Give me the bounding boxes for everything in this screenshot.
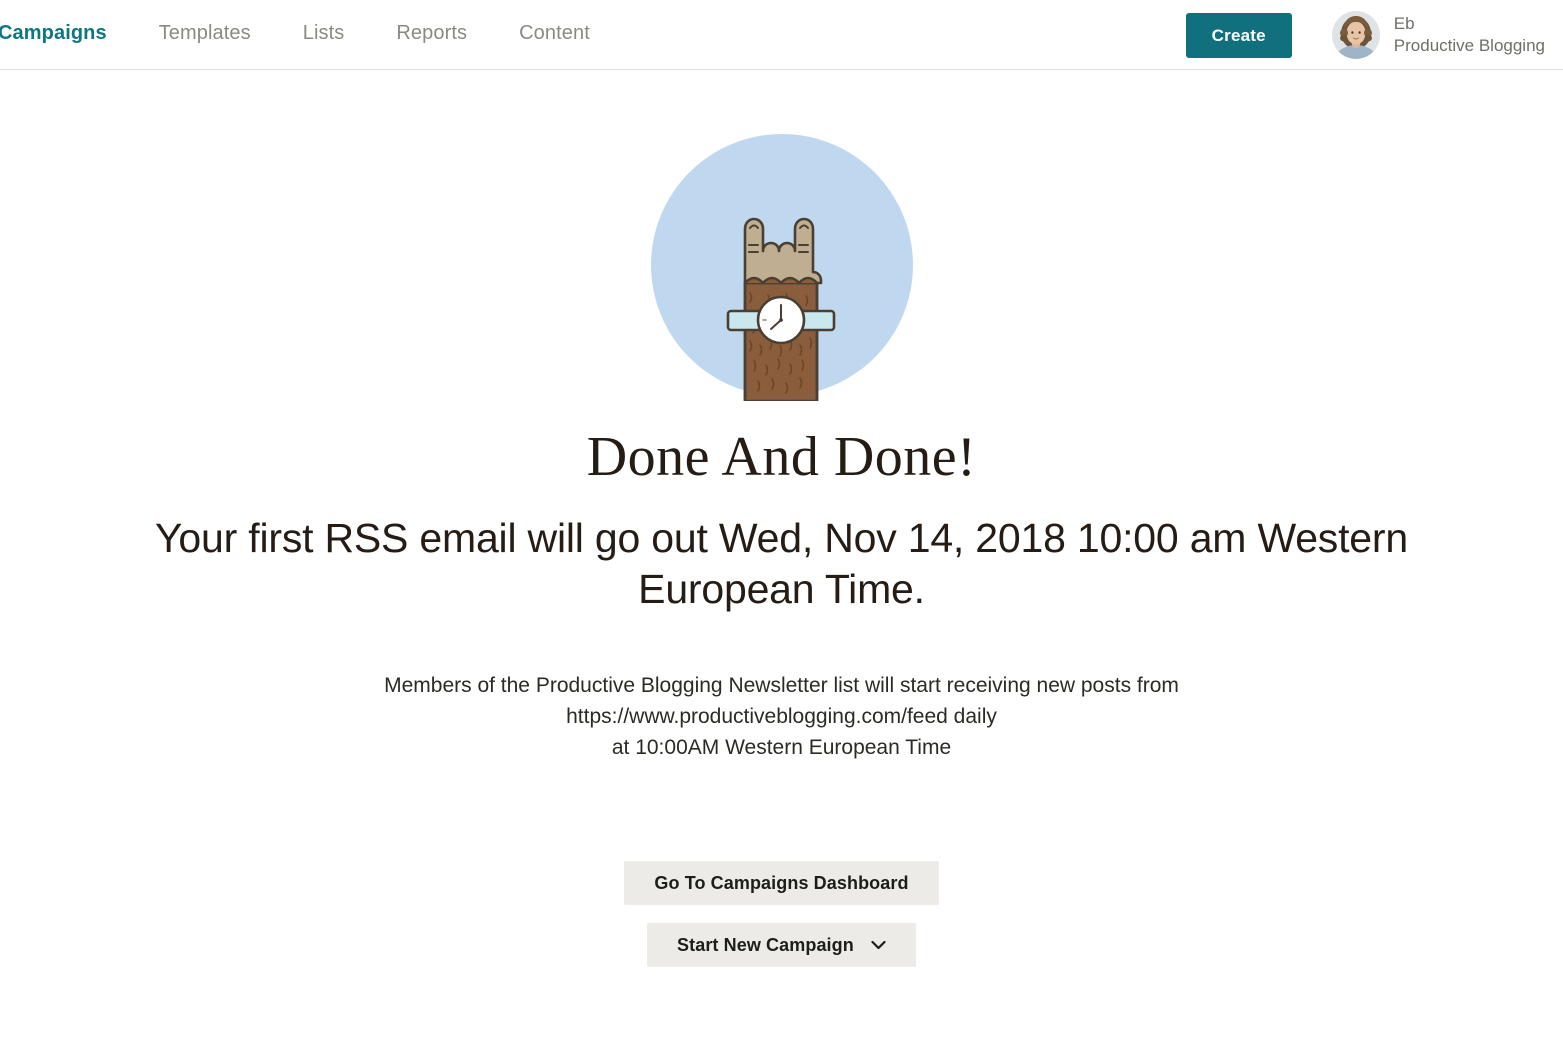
page-title: Done And Done! xyxy=(586,426,977,488)
description-line-1: Members of the Productive Blogging Newsl… xyxy=(384,674,1179,698)
app-header: Campaigns Templates Lists Reports Conten… xyxy=(0,0,1563,70)
header-right-cluster: Create Eb Productive Blogging xyxy=(1185,0,1545,70)
go-to-campaigns-dashboard-label: Go To Campaigns Dashboard xyxy=(654,873,909,894)
account-org-name: Productive Blogging xyxy=(1393,36,1545,55)
account-menu[interactable]: Eb Productive Blogging xyxy=(1331,11,1545,59)
go-to-campaigns-dashboard-button[interactable]: Go To Campaigns Dashboard xyxy=(624,861,939,906)
account-text: Eb Productive Blogging xyxy=(1394,13,1545,57)
nav-item-templates[interactable]: Templates xyxy=(133,22,277,45)
description-line-3: at 10:00AM Western European Time xyxy=(611,736,952,760)
description-text: Members of the Productive Blogging Newsl… xyxy=(232,670,1332,763)
chevron-down-icon xyxy=(871,924,886,968)
nav-item-campaigns[interactable]: Campaigns xyxy=(0,22,133,45)
description-line-2: https://www.productiveblogging.com/feed … xyxy=(566,705,997,729)
account-user-name: Eb xyxy=(1393,14,1415,34)
action-buttons: Go To Campaigns Dashboard Start New Camp… xyxy=(0,861,1563,968)
page-subtitle: Your first RSS email will go out Wed, No… xyxy=(155,514,1408,612)
create-button[interactable]: Create xyxy=(1185,12,1292,58)
primary-nav: Campaigns Templates Lists Reports Conten… xyxy=(0,22,616,45)
nav-item-content[interactable]: Content xyxy=(493,22,616,45)
rock-on-hand-with-watch-icon xyxy=(650,133,914,401)
main-content: Done And Done! Your first RSS email will… xyxy=(0,71,1563,1042)
avatar xyxy=(1331,11,1380,59)
nav-item-reports[interactable]: Reports xyxy=(370,22,493,45)
nav-item-lists[interactable]: Lists xyxy=(277,22,371,45)
start-new-campaign-button[interactable]: Start New Campaign xyxy=(647,923,916,968)
start-new-campaign-label: Start New Campaign xyxy=(677,935,854,956)
